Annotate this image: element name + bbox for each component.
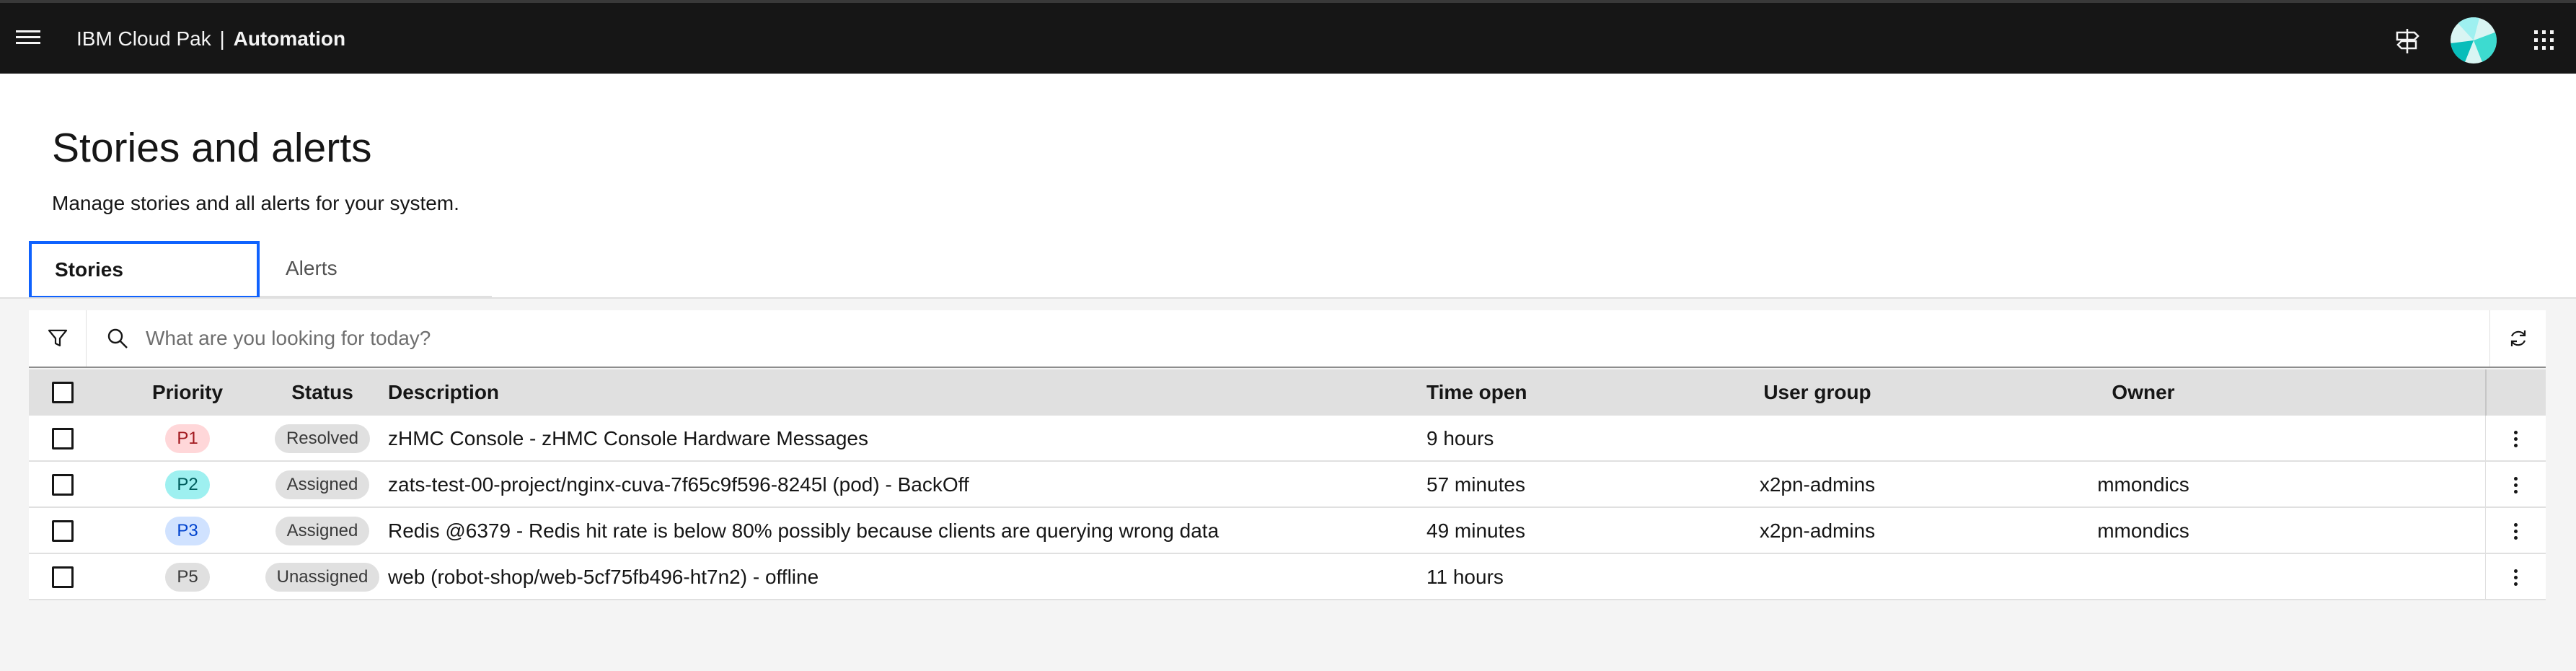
table-row[interactable]: P1 Resolved zHMC Console - zHMC Console … bbox=[29, 416, 2546, 462]
priority-cell: P1 bbox=[123, 416, 252, 462]
priority-tag: P3 bbox=[165, 517, 210, 545]
overflow-menu-icon bbox=[2514, 430, 2518, 447]
status-cell: Assigned bbox=[245, 508, 400, 554]
column-header-owner[interactable]: Owner bbox=[2042, 369, 2244, 416]
row-checkbox[interactable] bbox=[52, 520, 74, 542]
row-overflow-menu-button[interactable] bbox=[2485, 462, 2546, 508]
row-checkbox[interactable] bbox=[52, 566, 74, 588]
tab-alerts[interactable]: Alerts bbox=[260, 241, 492, 299]
description-cell[interactable]: zHMC Console - zHMC Console Hardware Mes… bbox=[388, 416, 868, 462]
column-header-actions bbox=[2485, 369, 2546, 416]
user-group-cell bbox=[1716, 554, 1918, 600]
owner-cell bbox=[2042, 554, 2244, 600]
row-select-cell bbox=[52, 508, 74, 554]
row-overflow-menu-button[interactable] bbox=[2485, 508, 2546, 554]
user-group-cell: x2pn-admins bbox=[1759, 519, 1876, 542]
tab-list: Stories Alerts bbox=[29, 241, 492, 299]
page-header: Stories and alerts Manage stories and al… bbox=[0, 74, 2576, 299]
priority-cell: P3 bbox=[123, 508, 252, 554]
column-header-description[interactable]: Description bbox=[388, 369, 499, 416]
user-group-cell bbox=[1716, 416, 1918, 462]
time-open-cell: 9 hours bbox=[1426, 427, 1494, 449]
row-checkbox[interactable] bbox=[52, 474, 74, 496]
priority-tag: P5 bbox=[165, 563, 210, 592]
top-header: IBM Cloud Pak | Automation bbox=[0, 0, 2576, 74]
row-checkbox[interactable] bbox=[52, 428, 74, 449]
app-switcher-icon[interactable] bbox=[2530, 25, 2559, 56]
divider bbox=[0, 297, 2576, 299]
user-group-cell: x2pn-admins bbox=[1759, 473, 1876, 496]
search-icon bbox=[107, 328, 128, 348]
page-subtitle: Manage stories and all alerts for your s… bbox=[52, 192, 459, 214]
priority-cell: P2 bbox=[123, 462, 252, 508]
brand-separator: | bbox=[219, 27, 225, 50]
search-bar bbox=[88, 310, 2515, 367]
brand-name[interactable]: IBM Cloud Pak | Automation bbox=[76, 27, 345, 51]
status-tag: Resolved bbox=[274, 424, 371, 453]
row-overflow-menu-button[interactable] bbox=[2485, 554, 2546, 600]
priority-tag: P1 bbox=[165, 424, 210, 453]
table-row[interactable]: P5 Unassigned web (robot-shop/web-5cf75f… bbox=[29, 554, 2546, 600]
filter-button[interactable] bbox=[29, 310, 87, 367]
menu-icon[interactable] bbox=[16, 30, 40, 48]
tab-stories[interactable]: Stories bbox=[29, 241, 260, 299]
description-cell[interactable]: zats-test-00-project/nginx-cuva-7f65c9f5… bbox=[388, 462, 969, 508]
brand-product: Automation bbox=[233, 27, 346, 50]
stories-table: Priority Status Description Time open Us… bbox=[29, 369, 2546, 600]
row-select-cell bbox=[52, 554, 74, 600]
status-tag: Unassigned bbox=[265, 563, 380, 592]
owner-cell bbox=[2042, 416, 2244, 462]
status-cell: Resolved bbox=[245, 416, 400, 462]
refresh-icon bbox=[2510, 330, 2526, 346]
column-header-user-group[interactable]: User group bbox=[1716, 369, 1918, 416]
table-toolbar bbox=[29, 310, 2546, 368]
table-row[interactable]: P3 Assigned Redis @6379 - Redis hit rate… bbox=[29, 508, 2546, 554]
row-overflow-menu-button[interactable] bbox=[2485, 416, 2546, 462]
status-tag: Assigned bbox=[275, 470, 370, 499]
status-tag: Assigned bbox=[275, 517, 370, 545]
filter-icon bbox=[48, 329, 67, 347]
avatar[interactable] bbox=[2451, 17, 2497, 63]
column-header-priority[interactable]: Priority bbox=[123, 369, 252, 416]
description-cell[interactable]: Redis @6379 - Redis hit rate is below 80… bbox=[388, 508, 1219, 554]
table-header: Priority Status Description Time open Us… bbox=[29, 369, 2546, 416]
search-input[interactable] bbox=[146, 317, 2453, 359]
signpost-icon[interactable] bbox=[2393, 25, 2422, 56]
priority-cell: P5 bbox=[123, 554, 252, 600]
description-cell[interactable]: web (robot-shop/web-5cf75fb496-ht7n2) - … bbox=[388, 554, 819, 600]
brand-prefix: IBM Cloud Pak bbox=[76, 27, 211, 50]
select-all-checkbox[interactable] bbox=[52, 382, 74, 403]
status-cell: Assigned bbox=[245, 462, 400, 508]
overflow-menu-icon bbox=[2514, 476, 2518, 494]
column-header-status[interactable]: Status bbox=[245, 369, 400, 416]
page-title: Stories and alerts bbox=[52, 125, 372, 171]
owner-cell: mmondics bbox=[2097, 519, 2189, 542]
table-row[interactable]: P2 Assigned zats-test-00-project/nginx-c… bbox=[29, 462, 2546, 508]
priority-tag: P2 bbox=[165, 470, 210, 499]
status-cell: Unassigned bbox=[245, 554, 400, 600]
select-all-cell bbox=[52, 369, 74, 416]
refresh-button[interactable] bbox=[2489, 310, 2546, 367]
time-open-cell: 49 minutes bbox=[1426, 519, 1525, 542]
column-header-time-open[interactable]: Time open bbox=[1426, 369, 1527, 416]
overflow-menu-icon bbox=[2514, 569, 2518, 586]
time-open-cell: 57 minutes bbox=[1426, 473, 1525, 496]
row-select-cell bbox=[52, 462, 74, 508]
owner-cell: mmondics bbox=[2097, 473, 2189, 496]
row-select-cell bbox=[52, 416, 74, 462]
time-open-cell: 11 hours bbox=[1426, 566, 1504, 588]
overflow-menu-icon bbox=[2514, 522, 2518, 540]
